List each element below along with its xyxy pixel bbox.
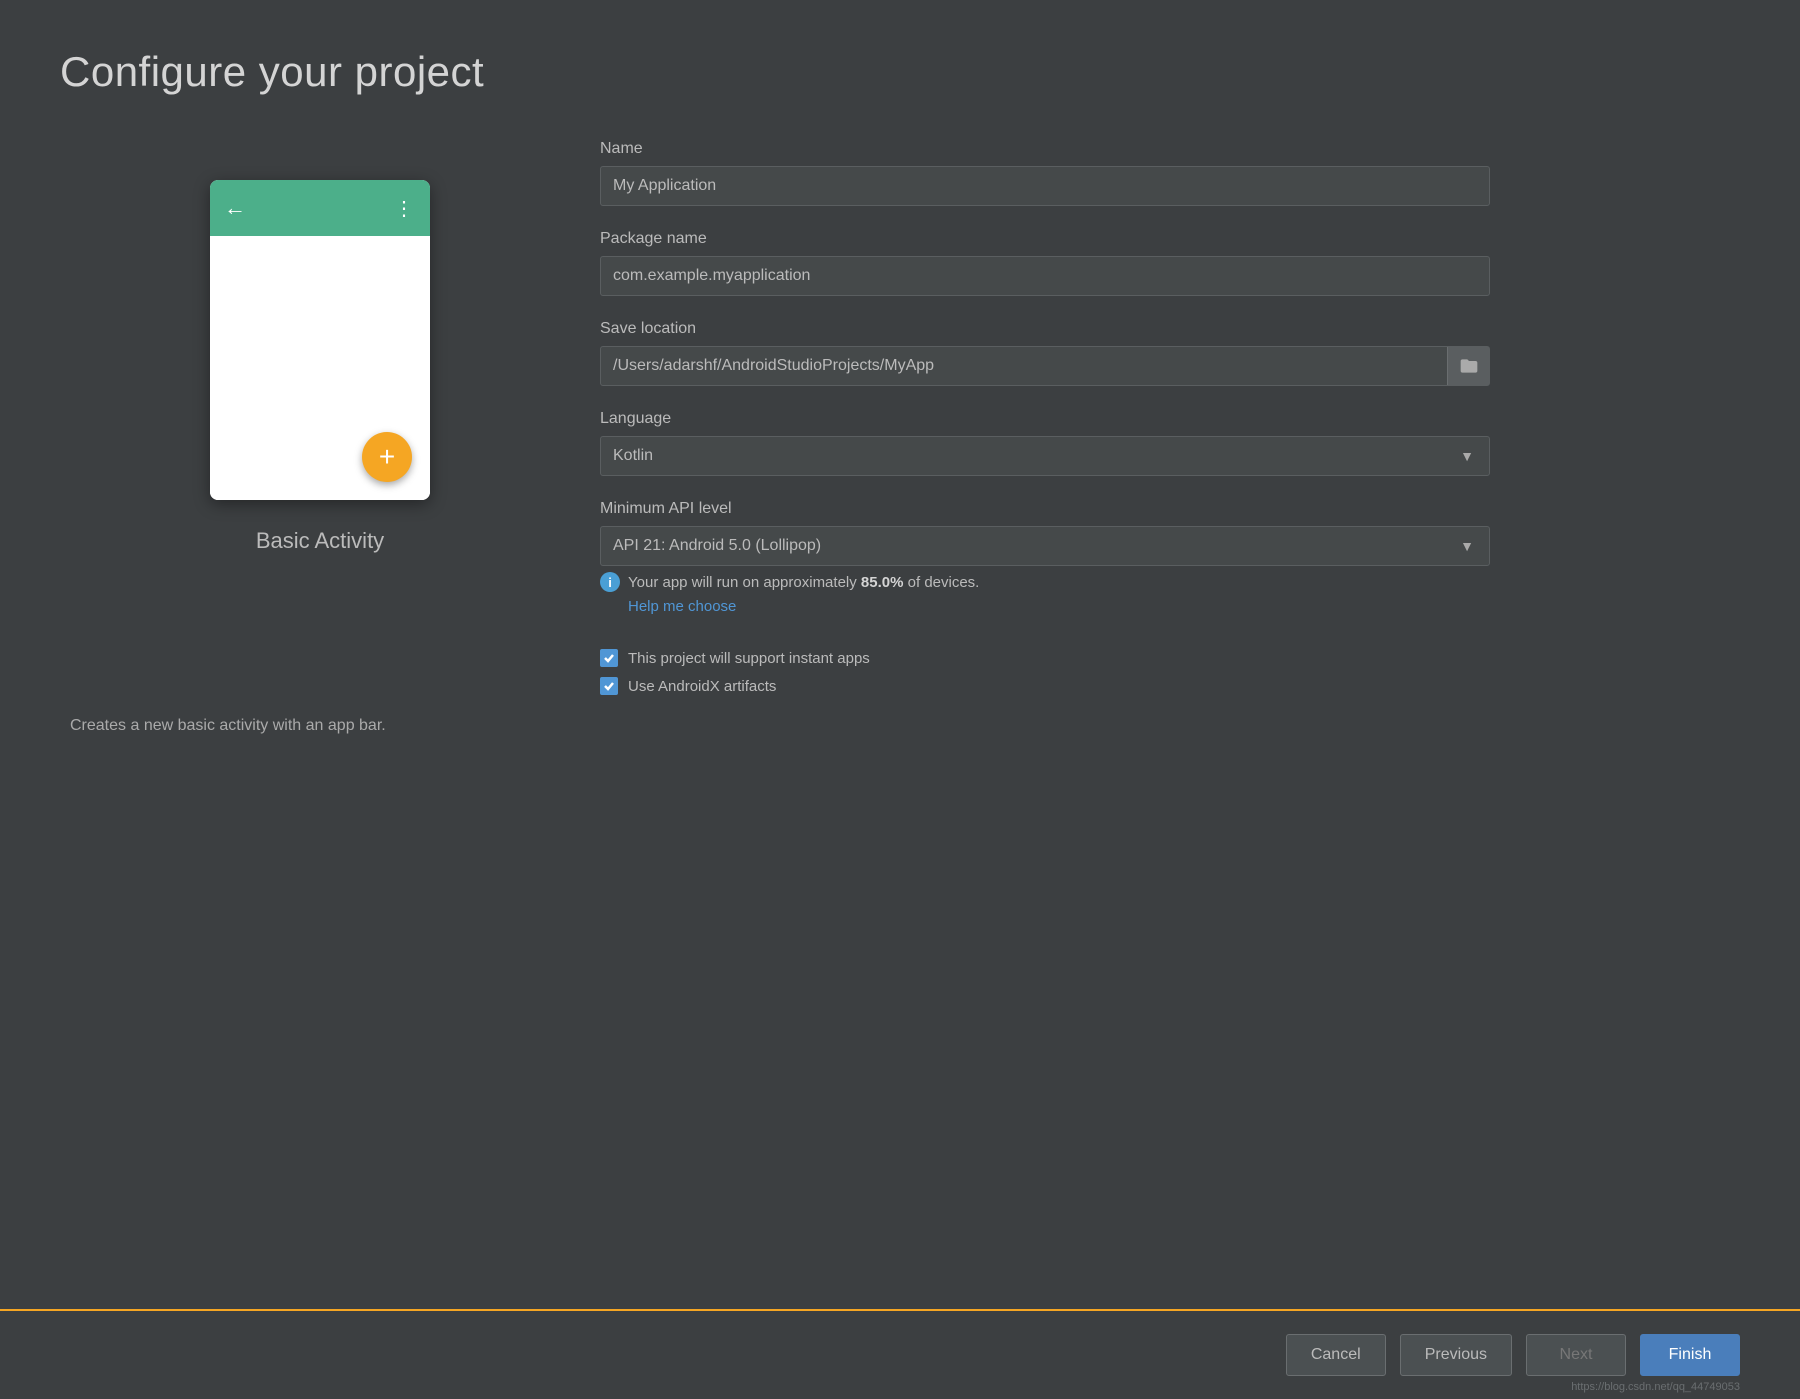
androidx-label: Use AndroidX artifacts xyxy=(628,678,776,695)
bottom-action-bar: Cancel Previous Next Finish xyxy=(0,1309,1800,1399)
androidx-checkbox[interactable] xyxy=(600,677,618,695)
api-info-text: Your app will run on approximately 85.0%… xyxy=(628,574,979,591)
folder-icon xyxy=(1459,356,1479,376)
back-icon: ← xyxy=(224,195,246,221)
left-panel: ← ⋮ + Basic Activity Creates a new basic… xyxy=(60,180,580,738)
checkmark-icon-2 xyxy=(603,680,615,692)
fab-button: + xyxy=(362,432,412,482)
name-input[interactable] xyxy=(600,166,1490,206)
name-field-group: Name xyxy=(600,140,1700,206)
min-api-select[interactable]: API 21: Android 5.0 (Lollipop) ▼ xyxy=(600,526,1490,566)
right-panel: Name Package name Save location /Users/a… xyxy=(600,140,1700,705)
api-info-post: of devices. xyxy=(903,574,979,591)
help-me-choose-link[interactable]: Help me choose xyxy=(628,598,1700,615)
language-dropdown-arrow: ▼ xyxy=(1457,446,1477,466)
activity-name: Basic Activity xyxy=(256,528,384,554)
cancel-button[interactable]: Cancel xyxy=(1286,1334,1386,1376)
watermark: https://blog.csdn.net/qq_44749053 xyxy=(1571,1381,1740,1393)
previous-button[interactable]: Previous xyxy=(1400,1334,1512,1376)
instant-apps-checkbox[interactable] xyxy=(600,649,618,667)
save-location-field-group: Save location /Users/adarshf/AndroidStud… xyxy=(600,320,1700,386)
language-select[interactable]: Kotlin ▼ xyxy=(600,436,1490,476)
package-label: Package name xyxy=(600,230,1700,248)
checkmark-icon xyxy=(603,652,615,664)
min-api-dropdown-arrow: ▼ xyxy=(1457,536,1477,556)
package-input[interactable] xyxy=(600,256,1490,296)
min-api-label: Minimum API level xyxy=(600,500,1700,518)
api-info-pre: Your app will run on approximately xyxy=(628,574,861,591)
info-icon: i xyxy=(600,572,620,592)
language-field-group: Language Kotlin ▼ xyxy=(600,410,1700,476)
menu-icon: ⋮ xyxy=(394,196,416,221)
package-field-group: Package name xyxy=(600,230,1700,296)
phone-content: + xyxy=(210,236,430,500)
phone-toolbar: ← ⋮ xyxy=(210,180,430,236)
min-api-value: API 21: Android 5.0 (Lollipop) xyxy=(613,537,821,555)
api-info-percentage: 85.0% xyxy=(861,574,904,591)
save-location-label: Save location xyxy=(600,320,1700,338)
language-label: Language xyxy=(600,410,1700,428)
next-button[interactable]: Next xyxy=(1526,1334,1626,1376)
name-label: Name xyxy=(600,140,1700,158)
api-info-row: i Your app will run on approximately 85.… xyxy=(600,572,1700,592)
api-info-section: i Your app will run on approximately 85.… xyxy=(600,572,1700,615)
save-location-input-container: /Users/adarshf/AndroidStudioProjects/MyA… xyxy=(600,346,1490,386)
phone-preview: ← ⋮ + xyxy=(210,180,430,500)
instant-apps-checkbox-row[interactable]: This project will support instant apps xyxy=(600,649,1700,667)
min-api-field-group: Minimum API level API 21: Android 5.0 (L… xyxy=(600,500,1700,625)
androidx-checkbox-row[interactable]: Use AndroidX artifacts xyxy=(600,677,1700,695)
finish-button[interactable]: Finish xyxy=(1640,1334,1740,1376)
browse-folder-button[interactable] xyxy=(1447,347,1489,385)
page-title: Configure your project xyxy=(60,48,484,96)
activity-description: Creates a new basic activity with an app… xyxy=(60,714,580,738)
save-location-value: /Users/adarshf/AndroidStudioProjects/MyA… xyxy=(601,357,946,375)
language-value: Kotlin xyxy=(613,447,653,465)
instant-apps-label: This project will support instant apps xyxy=(628,650,870,667)
